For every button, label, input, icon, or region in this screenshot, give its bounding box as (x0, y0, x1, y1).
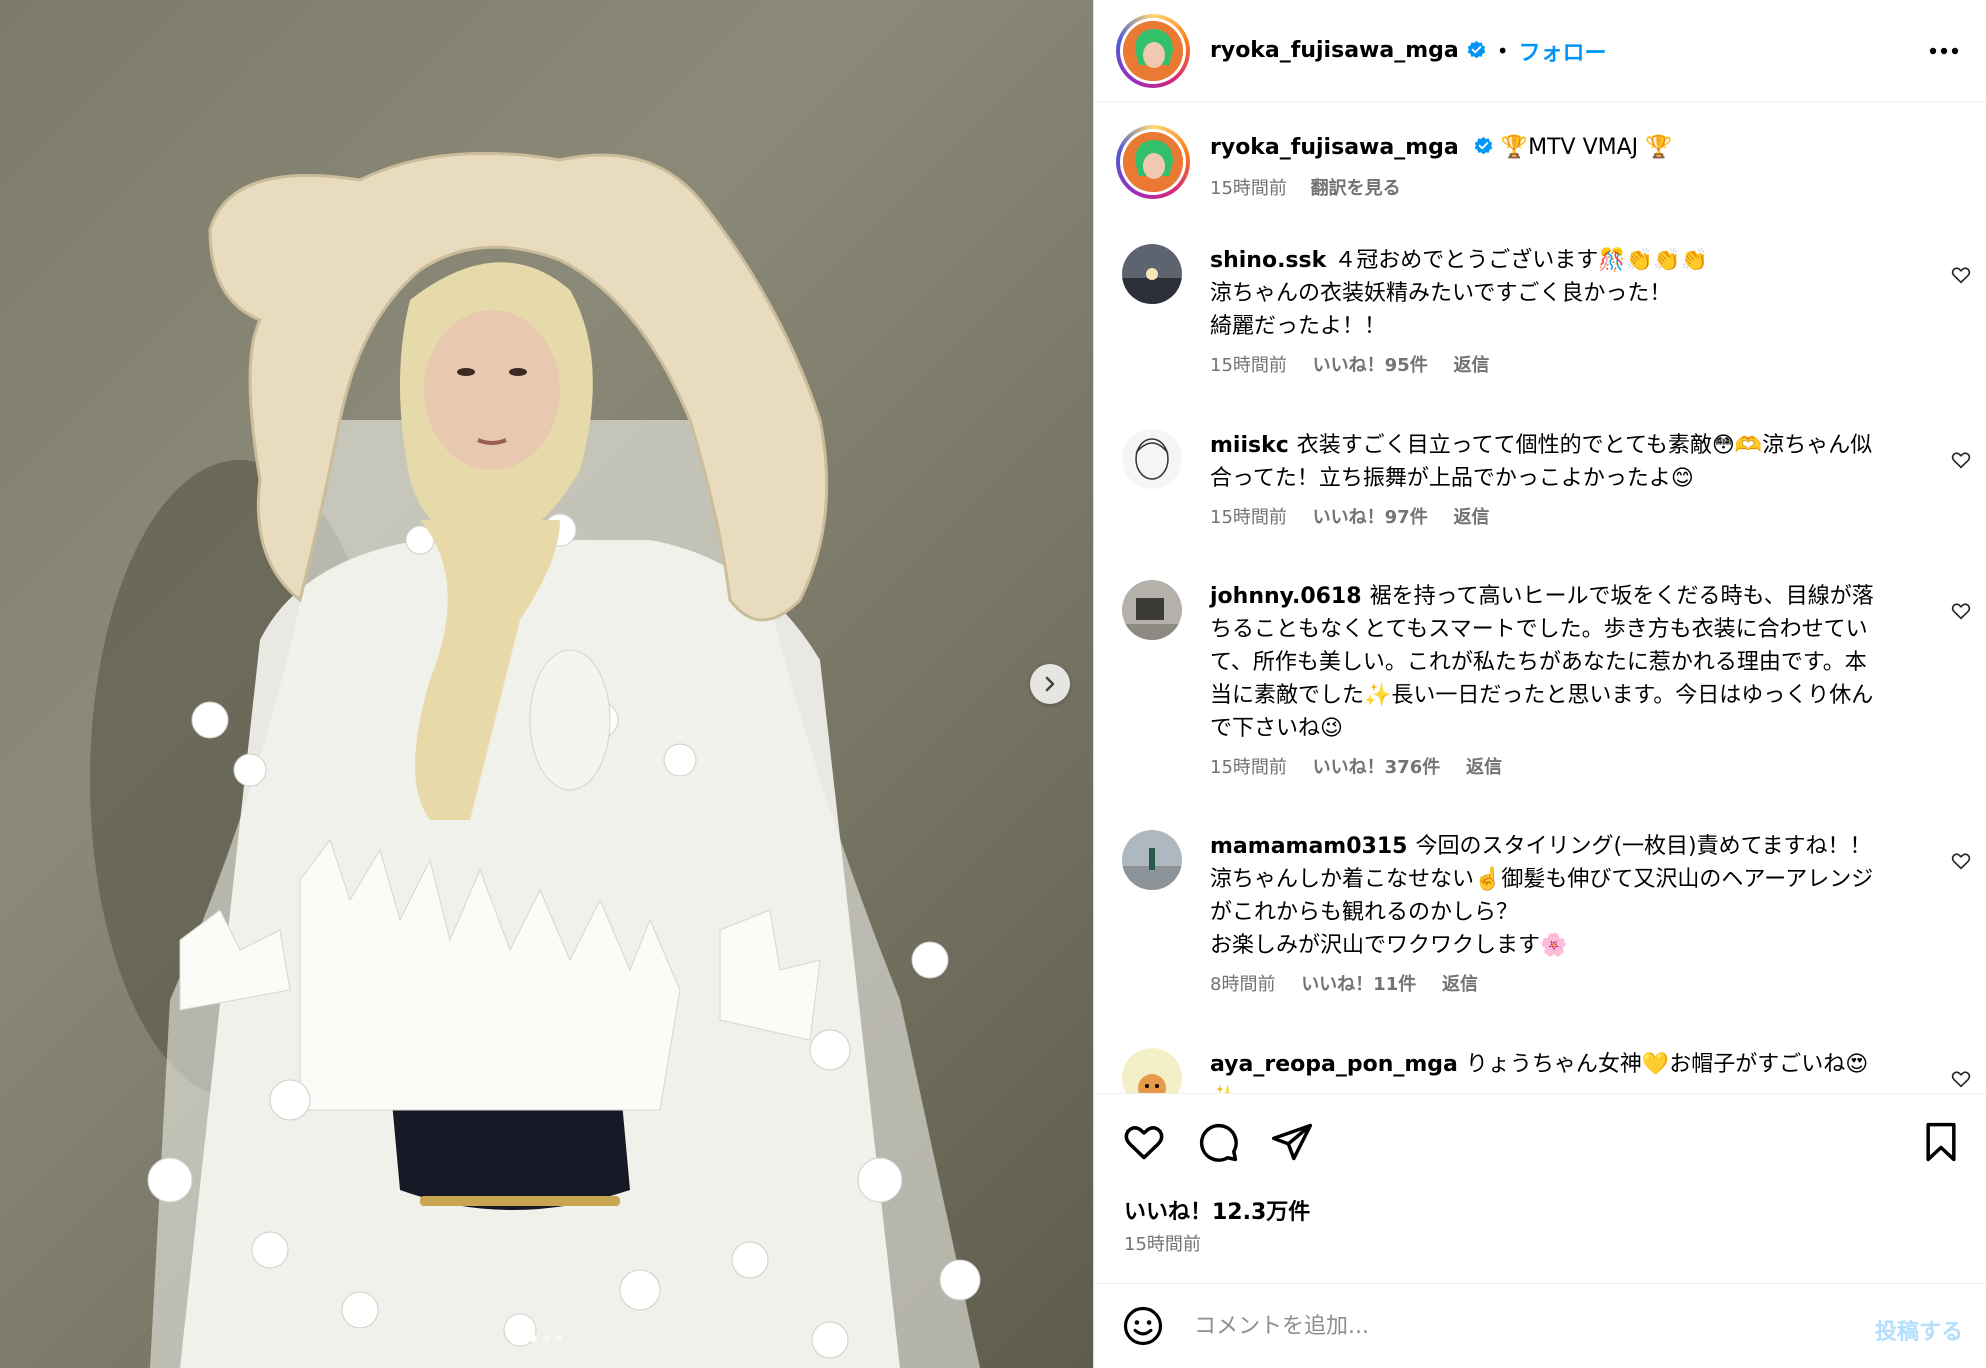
comment-input[interactable] (1194, 1313, 1834, 1339)
comment-text: 裾を持って高いヒールで坂をくだる時も、目線が落 (1369, 584, 1874, 609)
comment-text: 涼ちゃんの衣装妖精みたいですごく良かった！ (1210, 281, 1672, 306)
commenter-avatar[interactable] (1122, 429, 1182, 489)
comment-item: miiskc 衣装すごく目立ってて個性的でとても素敵😳🫶涼ちゃん似 合ってた！立ち… (1122, 429, 1972, 529)
carousel-indicator (0, 1335, 1093, 1342)
avatar-image (1122, 244, 1182, 304)
reply-button[interactable]: 返信 (1466, 757, 1502, 778)
like-comment-heart-icon[interactable] (1950, 1068, 1972, 1090)
comment-text: て、所作も美しい。これが私たちがあなたに惹かれる理由です。本 (1210, 650, 1867, 675)
post-photo[interactable] (0, 0, 1093, 1368)
separator: • (1496, 38, 1509, 63)
commenter-username[interactable]: johnny.0618 (1210, 584, 1362, 609)
carousel-dot (530, 1335, 537, 1342)
verified-badge-icon (1474, 136, 1492, 155)
caption-text: 🏆MTV VMAJ 🏆 (1500, 135, 1673, 160)
avatar-image (1123, 132, 1183, 192)
chevron-right-icon (1045, 676, 1055, 692)
bookmark-icon[interactable] (1919, 1120, 1963, 1164)
post-image (90, 151, 981, 1368)
avatar-image (1122, 1048, 1182, 1093)
commenter-username[interactable]: shino.ssk (1210, 248, 1326, 273)
share-send-icon[interactable] (1270, 1120, 1314, 1164)
comment-text: 当に素敵でした✨長い一日だったと思います。今日はゆっくり休ん (1210, 683, 1874, 708)
comment-text: 衣装すごく目立ってて個性的でとても素敵😳🫶涼ちゃん似 (1296, 433, 1873, 458)
comment-time: 15時間前 (1210, 355, 1287, 376)
verified-badge-icon (1467, 40, 1485, 59)
comment-bubble-icon[interactable] (1196, 1120, 1240, 1164)
comment-text: 合ってた！立ち振舞が上品でかっこよかったよ😊 (1210, 466, 1694, 491)
commenter-avatar[interactable] (1122, 1048, 1182, 1093)
like-heart-icon[interactable] (1122, 1120, 1166, 1164)
post-time: 15時間前 (1124, 1234, 1201, 1255)
avatar[interactable] (1116, 13, 1190, 88)
avatar-image (1122, 580, 1182, 640)
commenter-avatar[interactable] (1122, 244, 1182, 304)
comment-text: 綺麗だったよ！！ (1210, 314, 1387, 339)
comment-text: ４冠おめでとうございます🎊👏👏👏 (1334, 248, 1708, 273)
comment-text: ちることもなくとてもスマートでした。歩き方も衣装に合わせてい (1210, 617, 1868, 642)
comment-text: 今回のスタイリング(一枚目)責めてますね！！ (1415, 834, 1872, 859)
carousel-dot (556, 1335, 563, 1342)
post-caption: ryoka_fujisawa_mga 🏆MTV VMAJ 🏆 15時間前 翻訳を… (1116, 125, 1673, 200)
comment-item: johnny.0618 裾を持って高いヒールで坂をくだる時も、目線が落 ちることも… (1122, 580, 1972, 779)
reply-button[interactable]: 返信 (1442, 974, 1478, 995)
post-actions: いいね！12.3万件 15時間前 (1094, 1093, 1986, 1283)
comment-item: mamamam0315 今回のスタイリング(一枚目)責めてますね！！ 涼ちゃんしか… (1122, 830, 1972, 996)
comment-likes[interactable]: いいね！95件 (1313, 355, 1428, 376)
reply-button[interactable]: 返信 (1453, 355, 1489, 376)
translate-link[interactable]: 翻訳を見る (1311, 178, 1401, 199)
comment-text: 涼ちゃんしか着こなせない☝️御髪も伸びて又沢山のヘアーアレンジ (1210, 867, 1874, 892)
comment-time: 8時間前 (1210, 974, 1276, 995)
emoji-icon[interactable] (1122, 1305, 1164, 1347)
post-like-count[interactable]: いいね！12.3万件 (1124, 1194, 1310, 1226)
comment-text: お楽しみが沢山でワクワクします🌸 (1210, 933, 1568, 958)
more-icon (1929, 47, 1959, 55)
comment-likes[interactable]: いいね！376件 (1313, 757, 1441, 778)
like-comment-heart-icon[interactable] (1950, 600, 1972, 622)
like-comment-heart-icon[interactable] (1950, 449, 1972, 471)
post-header: ryoka_fujisawa_mga • フォロー (1094, 0, 1986, 102)
commenter-username[interactable]: mamamam0315 (1210, 834, 1407, 859)
comment-text: がこれからも観れるのかしら？ (1210, 900, 1519, 925)
avatar-image (1122, 830, 1182, 890)
commenter-username[interactable]: miiskc (1210, 433, 1289, 458)
post-sidebar: ryoka_fujisawa_mga • フォロー ryoka_fujisawa… (1093, 0, 1986, 1368)
reply-button[interactable]: 返信 (1453, 507, 1489, 528)
caption-avatar[interactable] (1116, 125, 1190, 199)
comment-item: shino.ssk ４冠おめでとうございます🎊👏👏👏 涼ちゃんの衣装妖精みたいです… (1122, 244, 1972, 377)
comment-likes[interactable]: いいね！97件 (1313, 507, 1428, 528)
comment-likes[interactable]: いいね！11件 (1301, 974, 1416, 995)
commenter-avatar[interactable] (1122, 830, 1182, 890)
like-comment-heart-icon[interactable] (1950, 850, 1972, 872)
comment-time: 15時間前 (1210, 757, 1287, 778)
post-comment-button[interactable]: 投稿する (1875, 1314, 1963, 1346)
comment-text: ✨ (1210, 1081, 1920, 1093)
carousel-dot (543, 1335, 550, 1342)
next-image-button[interactable] (1030, 664, 1070, 704)
commenter-avatar[interactable] (1122, 580, 1182, 640)
comment-item: aya_reopa_pon_mga りょうちゃん女神💛お帽子がすごいね😍 ✨ (1122, 1048, 1972, 1093)
avatar-image (1122, 429, 1182, 489)
more-options-button[interactable] (1927, 34, 1961, 68)
comments-list[interactable]: ryoka_fujisawa_mga 🏆MTV VMAJ 🏆 15時間前 翻訳を… (1094, 103, 1986, 1093)
caption-username[interactable]: ryoka_fujisawa_mga (1210, 135, 1459, 160)
caption-time: 15時間前 (1210, 178, 1287, 199)
comment-time: 15時間前 (1210, 507, 1287, 528)
follow-button[interactable]: フォロー (1519, 35, 1607, 67)
avatar-image (1123, 20, 1183, 81)
like-comment-heart-icon[interactable] (1950, 264, 1972, 286)
comment-text: りょうちゃん女神💛お帽子がすごいね😍 (1465, 1052, 1869, 1077)
commenter-username[interactable]: aya_reopa_pon_mga (1210, 1052, 1458, 1077)
header-username[interactable]: ryoka_fujisawa_mga (1210, 38, 1459, 63)
add-comment-bar: 投稿する (1094, 1283, 1986, 1368)
comment-text: で下さいね😉 (1210, 716, 1343, 741)
